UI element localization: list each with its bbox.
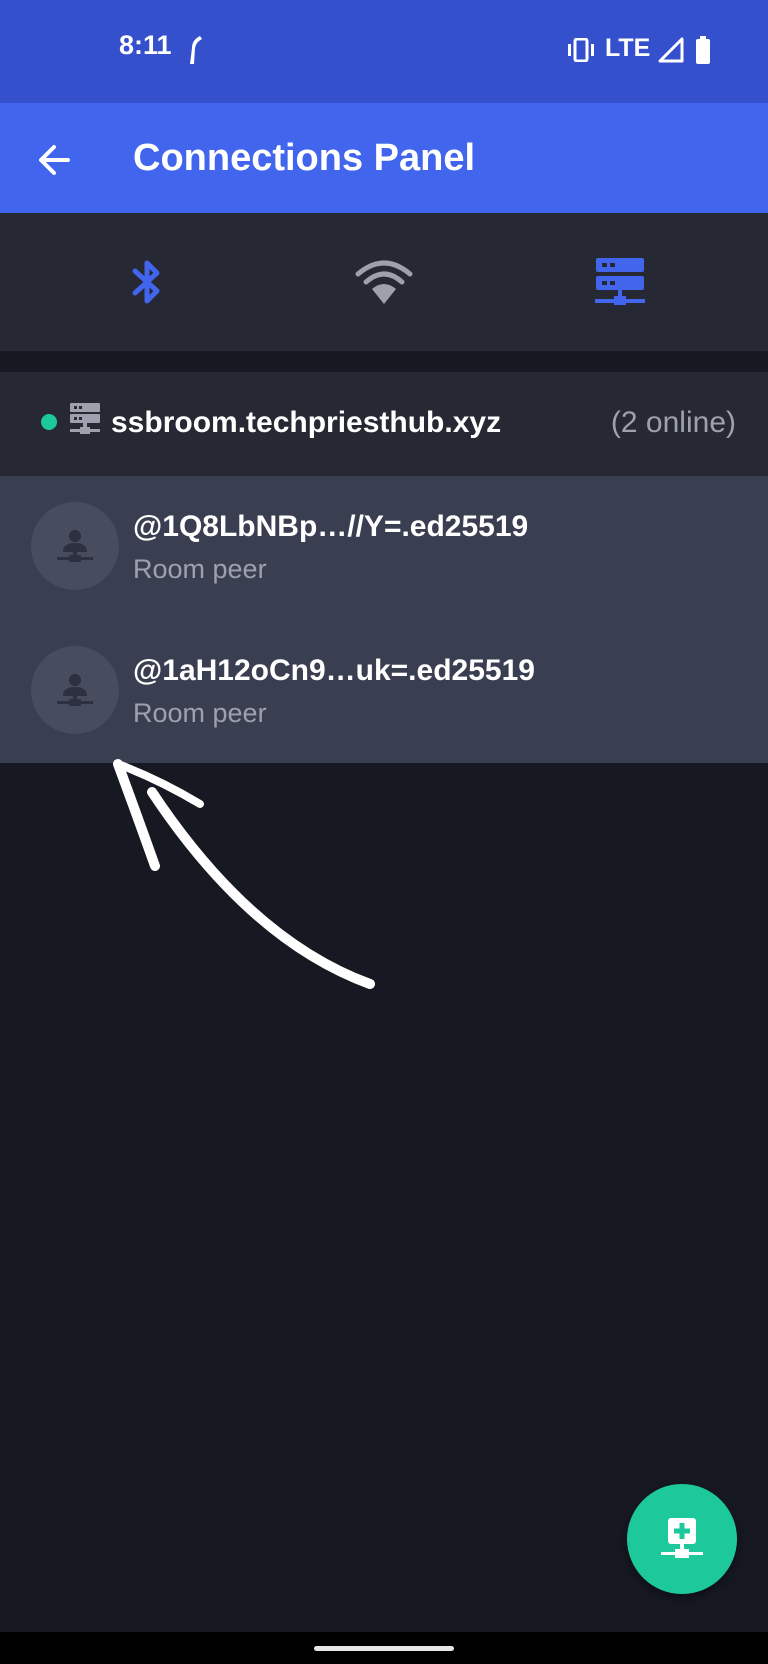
avatar — [31, 646, 119, 734]
section-divider — [0, 351, 768, 372]
room-name: ssbroom.techpriesthub.xyz — [111, 406, 502, 439]
room-header[interactable]: ssbroom.techpriesthub.xyz (2 online) — [0, 372, 768, 476]
annotation-arrow-icon — [113, 759, 375, 989]
wifi-icon — [355, 260, 413, 304]
signal-icon — [658, 37, 684, 63]
server-icon — [70, 403, 100, 434]
list-item[interactable]: @1Q8LbNBp…//Y=.ed25519 Room peer — [0, 476, 768, 620]
peer-subtitle: Room peer — [133, 698, 267, 728]
peer-id: @1Q8LbNBp…//Y=.ed25519 — [133, 510, 529, 543]
room-peer-icon — [57, 674, 93, 706]
server-network-icon — [595, 258, 645, 305]
peer-list: @1Q8LbNBp…//Y=.ed25519 Room peer @1aH12o… — [0, 476, 768, 763]
home-gesture-handle[interactable] — [314, 1646, 454, 1651]
status-bar: 8:11 LTE — [0, 0, 768, 103]
vibrate-icon — [568, 38, 594, 62]
room-online-count: (2 online) — [610, 406, 736, 439]
avatar — [31, 502, 119, 590]
tab-wifi[interactable] — [256, 213, 512, 351]
room-peer-icon — [57, 530, 93, 562]
add-connection-icon — [661, 1518, 703, 1558]
tab-rooms[interactable] — [492, 213, 748, 351]
back-button[interactable] — [30, 135, 80, 185]
navigation-icon — [190, 36, 202, 64]
page-title: Connections Panel — [133, 137, 476, 179]
app-bar: Connections Panel — [0, 103, 768, 213]
status-time: 8:11 — [119, 30, 172, 60]
connection-tabs — [0, 213, 768, 351]
tab-bluetooth[interactable] — [19, 213, 275, 351]
status-network: LTE — [605, 34, 651, 62]
battery-icon — [696, 36, 710, 64]
add-connection-button[interactable] — [627, 1484, 737, 1594]
peer-id: @1aH12oCn9…uk=.ed25519 — [133, 654, 535, 687]
peer-subtitle: Room peer — [133, 554, 267, 584]
system-nav-bar — [0, 1632, 768, 1664]
bluetooth-icon — [132, 260, 160, 304]
online-status-dot — [41, 414, 57, 430]
arrow-left-icon — [39, 145, 70, 175]
